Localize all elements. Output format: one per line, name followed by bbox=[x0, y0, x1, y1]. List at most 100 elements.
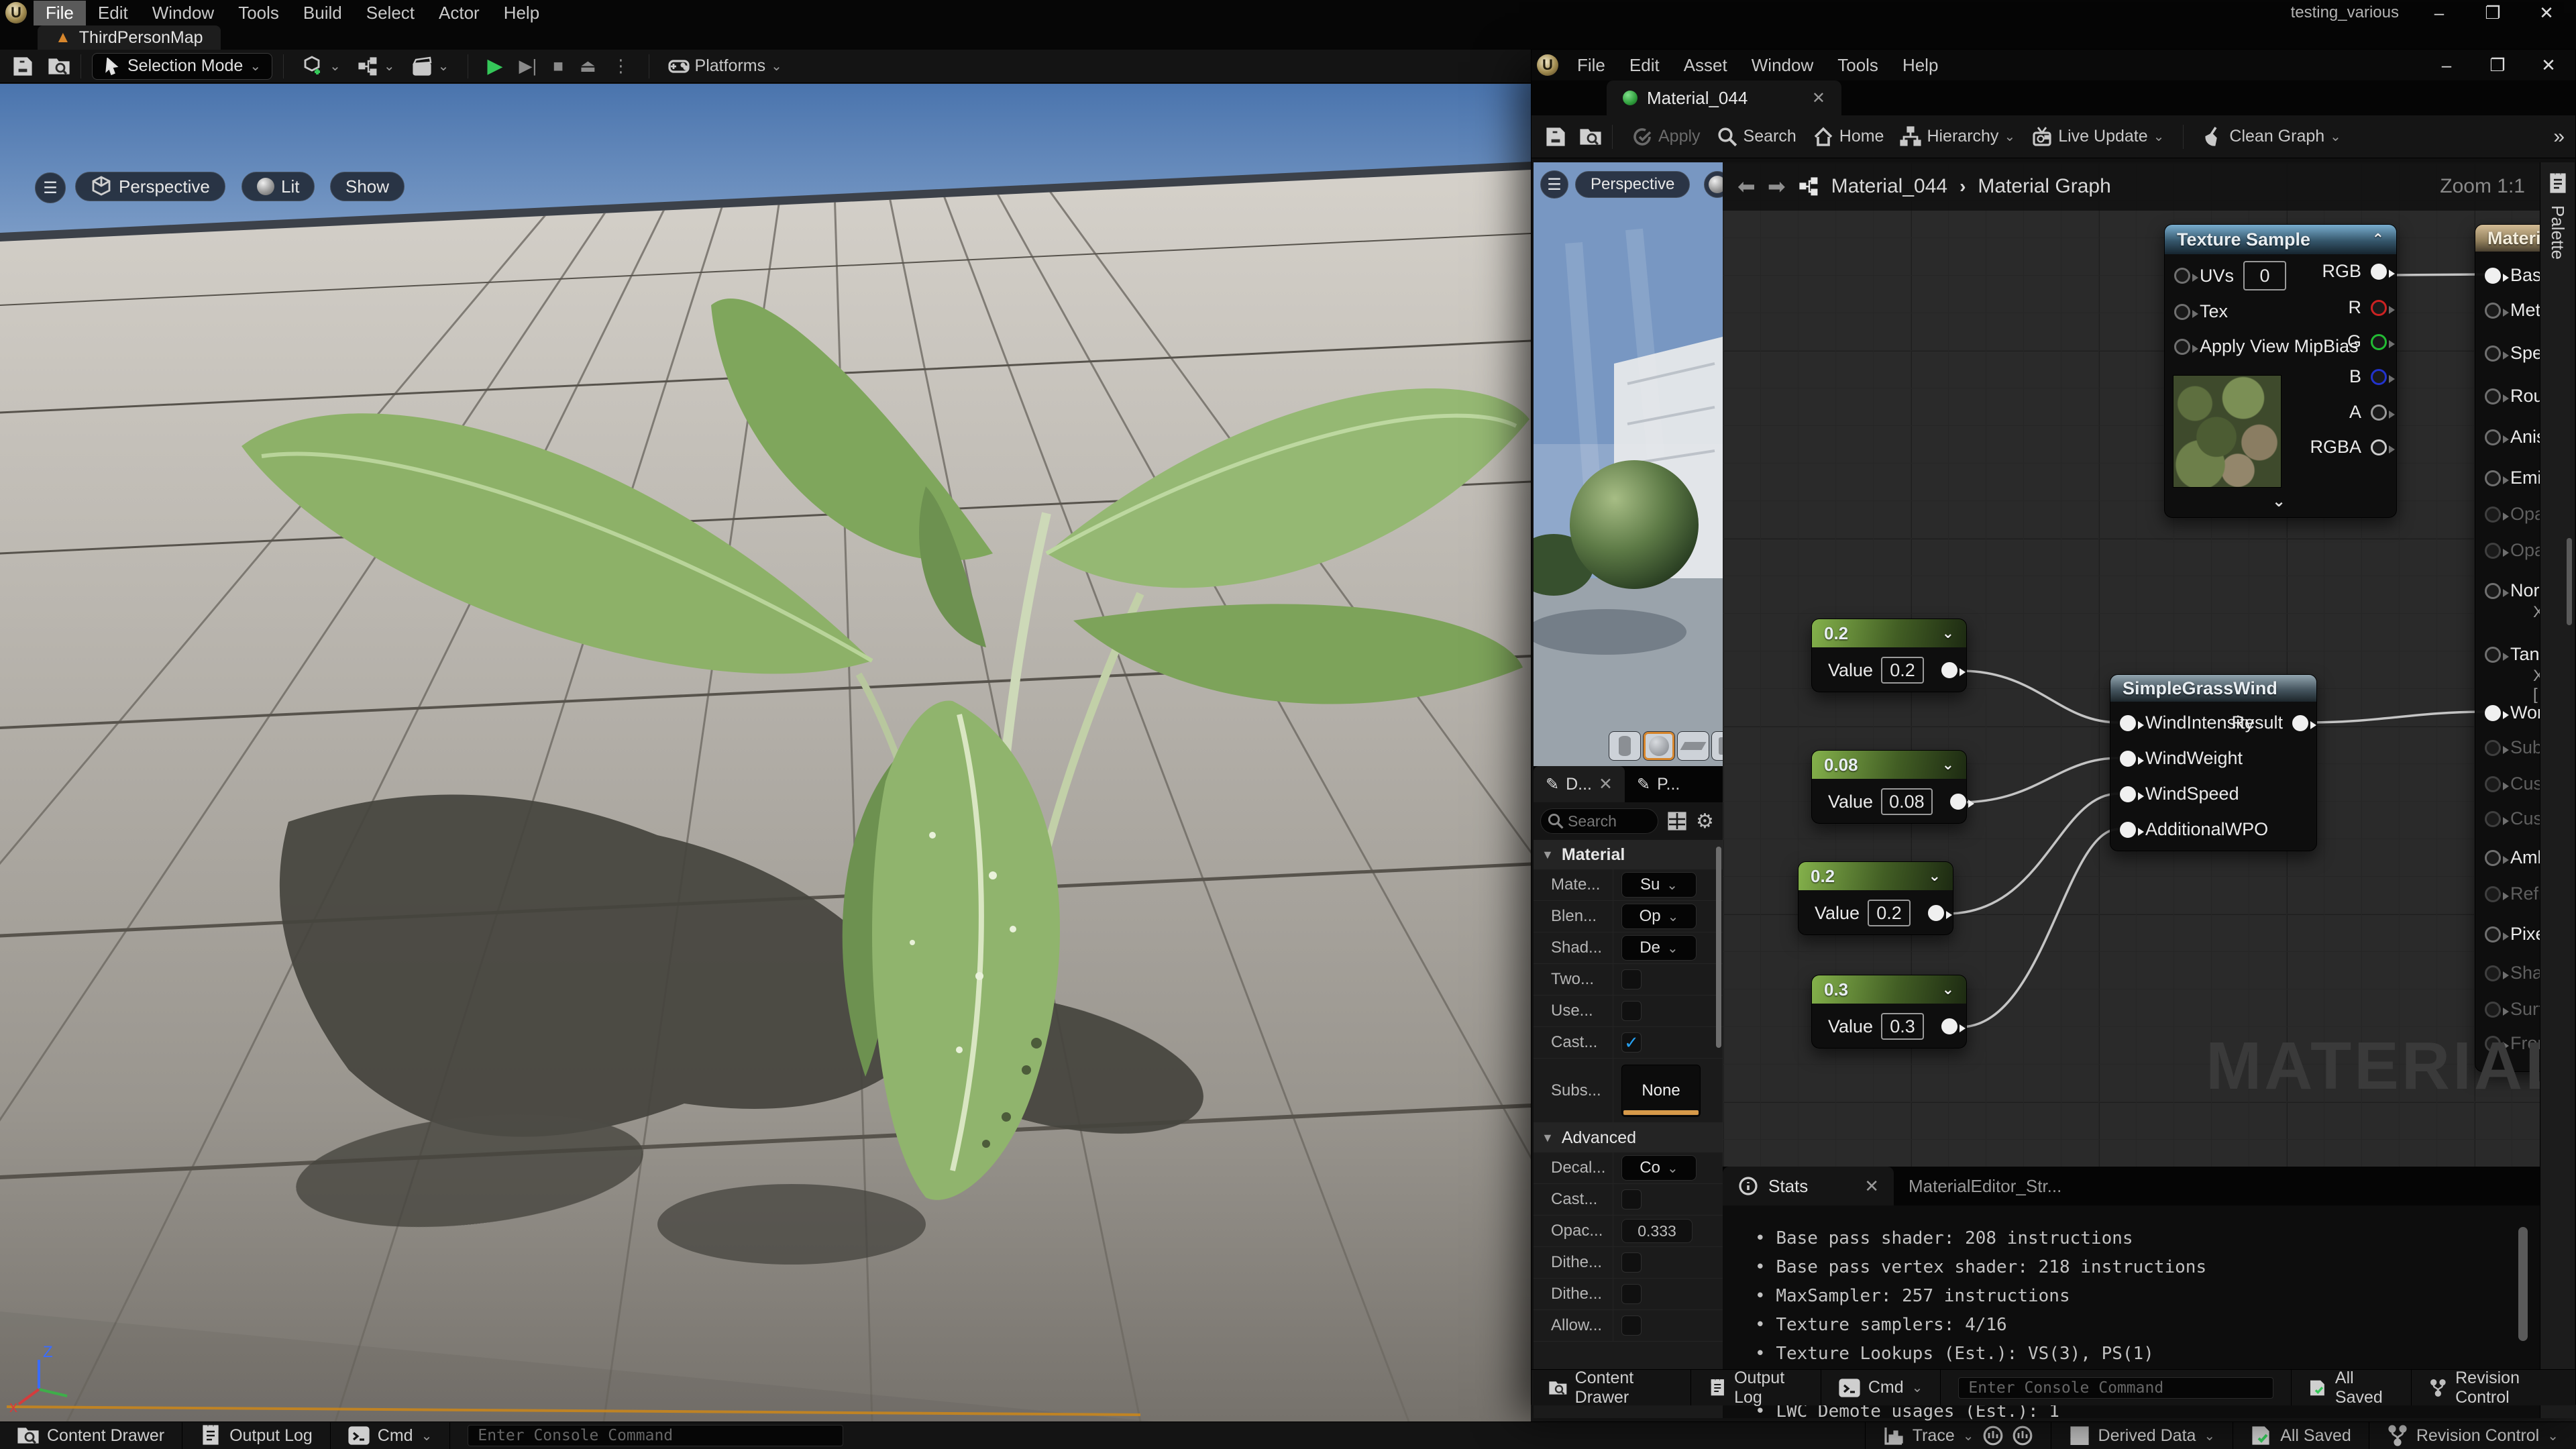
input-pin[interactable] bbox=[2485, 506, 2501, 523]
revision-control-dropdown[interactable]: Revision Control⌄ bbox=[2369, 1422, 2576, 1449]
save-icon[interactable] bbox=[1545, 126, 1566, 148]
property-checkbox[interactable] bbox=[1621, 1252, 1642, 1273]
property-checkbox[interactable] bbox=[1621, 1316, 1642, 1336]
property-select[interactable]: Op⌄ bbox=[1621, 904, 1697, 929]
input-pin[interactable] bbox=[2174, 268, 2190, 284]
content-drawer-button[interactable]: Content Drawer bbox=[1532, 1370, 1691, 1405]
material-input-row[interactable]: Refr bbox=[2485, 883, 2540, 904]
close-icon[interactable]: ✕ bbox=[1599, 774, 1613, 794]
cmd-dropdown[interactable]: Cmd⌄ bbox=[1821, 1370, 1941, 1405]
property-checkbox[interactable] bbox=[1621, 1189, 1642, 1210]
material-input-row[interactable]: Amb bbox=[2485, 847, 2540, 868]
property-checkbox[interactable] bbox=[1621, 1284, 1642, 1304]
output-pin[interactable] bbox=[1941, 662, 1957, 678]
section-header-advanced[interactable]: ▼Advanced bbox=[1534, 1123, 1723, 1152]
forward-icon[interactable]: ➡ bbox=[1768, 174, 1786, 199]
breadcrumb-asset[interactable]: Material_044 bbox=[1831, 175, 1947, 198]
tab-stats[interactable]: Stats ✕ bbox=[1723, 1167, 1894, 1205]
output-pin[interactable] bbox=[1941, 1018, 1957, 1034]
close-icon[interactable]: ✕ bbox=[2533, 3, 2560, 23]
value-box[interactable]: 0.2 bbox=[1881, 657, 1924, 684]
collapse-icon[interactable]: ⌃ bbox=[2372, 231, 2384, 248]
browse-asset-icon[interactable] bbox=[1580, 126, 1601, 148]
material-input-row[interactable]: Meta bbox=[2485, 300, 2540, 321]
material-preview-viewport[interactable]: ☰ Perspective bbox=[1534, 162, 1723, 766]
expand-icon[interactable]: ⌄ bbox=[1942, 625, 1954, 642]
menu-item-help[interactable]: Help bbox=[492, 1, 551, 25]
viewport-perspective-button[interactable]: Perspective bbox=[75, 172, 225, 201]
material-graph-canvas[interactable]: Texture Sample ⌃ UVs0TexApply View MipBi… bbox=[1723, 162, 2540, 1167]
menu-item-asset[interactable]: Asset bbox=[1672, 53, 1739, 78]
minimize-icon[interactable]: – bbox=[2433, 55, 2460, 76]
menu-item-tools[interactable]: Tools bbox=[226, 1, 291, 25]
maximize-icon[interactable]: ❐ bbox=[2479, 3, 2506, 23]
material-input-row[interactable]: Emis bbox=[2485, 468, 2540, 488]
material-input-row[interactable]: Roug bbox=[2485, 386, 2540, 407]
add-actor-dropdown[interactable]: ⌄ bbox=[294, 56, 349, 77]
output-pin[interactable] bbox=[2371, 369, 2387, 385]
node-pin-row[interactable]: UVs0 bbox=[2174, 261, 2286, 290]
input-pin[interactable] bbox=[2120, 715, 2136, 731]
play-button[interactable]: ▶ bbox=[479, 54, 511, 78]
property-checkbox[interactable] bbox=[1621, 1001, 1642, 1021]
node-pin-row[interactable]: Result bbox=[2231, 712, 2308, 733]
preview-shape-cylinder-button[interactable] bbox=[1609, 731, 1641, 761]
material-asset-tab[interactable]: Material_044 ✕ bbox=[1607, 80, 1841, 115]
input-pin[interactable] bbox=[2120, 751, 2136, 767]
minimize-icon[interactable]: – bbox=[2426, 3, 2453, 23]
value-box[interactable]: 0.2 bbox=[1868, 900, 1911, 926]
node-constant[interactable]: 0.3⌄Value0.3 bbox=[1811, 975, 1967, 1049]
maximize-icon[interactable]: ❐ bbox=[2484, 55, 2511, 76]
clean-graph-dropdown[interactable]: Clean Graph⌄ bbox=[2194, 126, 2349, 148]
node-material-output[interactable]: Materia BaseMetaSpecRougAnisEmisOpacOpac… bbox=[2475, 224, 2540, 1072]
tab-details[interactable]: ✎ D... ✕ bbox=[1534, 766, 1625, 802]
input-pin[interactable] bbox=[2485, 705, 2501, 721]
live-update-dropdown[interactable]: Live Update⌄ bbox=[2023, 126, 2172, 148]
gauge-icon[interactable] bbox=[1982, 1425, 2004, 1446]
input-pin[interactable] bbox=[2485, 926, 2501, 943]
stats-scrollbar[interactable] bbox=[2518, 1227, 2528, 1341]
material-input-row[interactable]: TangX [ bbox=[2485, 644, 2540, 665]
property-select[interactable]: Su⌄ bbox=[1621, 872, 1697, 898]
section-header-material[interactable]: ▼Material bbox=[1534, 840, 1723, 869]
material-input-row[interactable]: Cust bbox=[2485, 773, 2540, 794]
details-scrollbar[interactable] bbox=[1716, 847, 1721, 1048]
uvs-value-box[interactable]: 0 bbox=[2243, 261, 2286, 290]
input-pin[interactable] bbox=[2485, 429, 2501, 445]
input-pin[interactable] bbox=[2485, 965, 2501, 981]
node-pin-row[interactable]: AdditionalWPO bbox=[2120, 819, 2268, 840]
menu-item-help[interactable]: Help bbox=[1890, 53, 1950, 78]
preview-shape-cube-button[interactable] bbox=[1711, 731, 1723, 761]
save-icon[interactable] bbox=[12, 56, 34, 77]
menu-item-file[interactable]: File bbox=[34, 1, 86, 25]
input-pin[interactable] bbox=[2485, 740, 2501, 756]
all-saved-button[interactable]: All Saved bbox=[2291, 1370, 2412, 1405]
menu-item-window[interactable]: Window bbox=[1739, 53, 1825, 78]
stop-button[interactable]: ■ bbox=[545, 56, 572, 76]
apply-button[interactable]: Apply bbox=[1623, 126, 1709, 148]
viewport-lit-button[interactable]: Lit bbox=[241, 172, 315, 201]
preview-perspective-button[interactable]: Perspective bbox=[1575, 171, 1690, 198]
palette-panel-tab[interactable]: Palette bbox=[2540, 162, 2575, 1418]
tab-material-editor-stats[interactable]: MaterialEditor_Str... bbox=[1894, 1167, 2076, 1205]
menu-item-edit[interactable]: Edit bbox=[1617, 53, 1672, 78]
material-input-row[interactable]: Subs bbox=[2485, 737, 2540, 758]
output-pin[interactable] bbox=[2371, 264, 2387, 280]
node-simplegrasswind[interactable]: SimpleGrassWind WindIntensityWindWeightW… bbox=[2110, 674, 2317, 851]
expand-icon[interactable]: ⌄ bbox=[2272, 492, 2286, 511]
menu-item-actor[interactable]: Actor bbox=[427, 1, 492, 25]
search-button[interactable]: Search bbox=[1709, 126, 1805, 148]
node-pin-row[interactable]: RGB bbox=[2322, 261, 2387, 282]
output-pin[interactable] bbox=[2371, 334, 2387, 350]
input-pin[interactable] bbox=[2120, 786, 2136, 802]
close-icon[interactable]: ✕ bbox=[2535, 55, 2562, 76]
output-pin[interactable] bbox=[2371, 405, 2387, 421]
level-viewport[interactable]: Z x ☰ Perspective Lit Show bbox=[0, 84, 1531, 1421]
content-browser-icon[interactable] bbox=[48, 56, 70, 77]
menu-item-file[interactable]: File bbox=[1565, 53, 1617, 78]
property-select[interactable]: Co⌄ bbox=[1621, 1155, 1697, 1181]
expand-icon[interactable]: ⌄ bbox=[1942, 981, 1954, 998]
node-pin-row[interactable]: G bbox=[2347, 331, 2387, 352]
output-log-button[interactable]: Output Log bbox=[1691, 1370, 1821, 1405]
skip-frame-button[interactable]: ▶| bbox=[511, 56, 545, 76]
